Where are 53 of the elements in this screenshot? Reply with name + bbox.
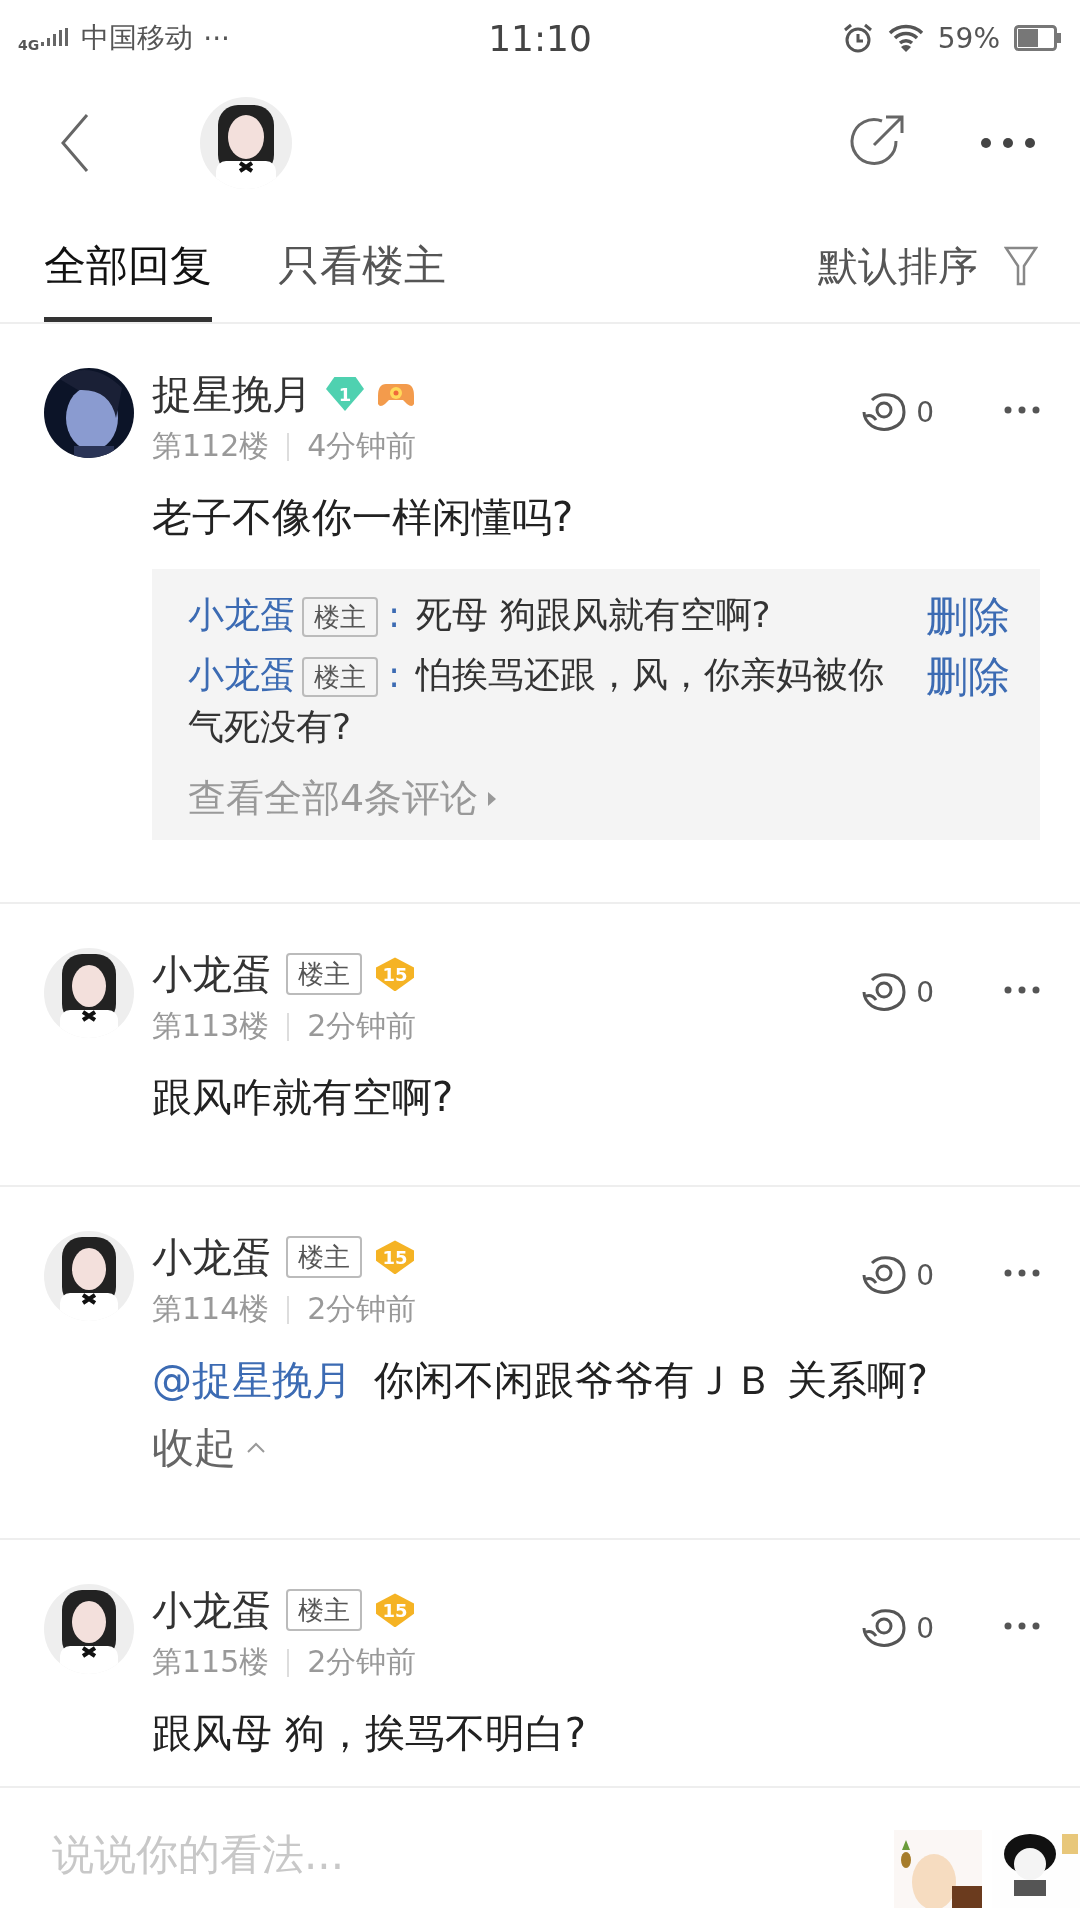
post-text: @捉星挽月 你闲不闲跟爷爷有ＪＢ 关系啊? (152, 1356, 929, 1406)
floor-number: 第115楼 (152, 1643, 270, 1682)
post-time: 2分钟前 (307, 1007, 417, 1046)
op-tag: 楼主 (302, 657, 378, 697)
op-tag: 楼主 (302, 597, 378, 637)
like-button[interactable]: 0 (862, 972, 934, 1013)
reply-author[interactable]: 小龙蛋 (188, 594, 296, 635)
post-time: 2分钟前 (307, 1643, 417, 1682)
wifi-icon (887, 24, 924, 52)
back-button[interactable] (60, 113, 90, 173)
level-badge: 1 (326, 377, 364, 411)
op-tag: 楼主 (286, 1236, 362, 1279)
like-button[interactable]: 0 (862, 392, 934, 432)
reply-text: 小龙蛋 楼主 : 死母 狗跟风就有空啊? (188, 593, 771, 639)
post-time: 4分钟前 (307, 427, 417, 465)
post-text: 跟风咋就有空啊? (152, 1073, 455, 1123)
floor-number: 第114楼 (152, 1290, 270, 1329)
author-name[interactable]: 小龙蛋 (152, 1582, 272, 1638)
delete-link[interactable]: 删除 (926, 589, 1010, 645)
tab[interactable]: 全部回复 (44, 210, 212, 322)
more-notifications: ··· (203, 21, 230, 55)
floor-number: 第112楼 (152, 427, 270, 465)
delete-link[interactable]: 删除 (926, 649, 1010, 705)
network-type: 4G (18, 37, 40, 53)
carrier-name: 中国移动 (81, 20, 194, 56)
clock-time: 11:10 (488, 17, 592, 59)
reply-text: 小龙蛋 楼主 : 怕挨骂还跟，风，你亲妈被你气死没有? (188, 653, 886, 750)
caret-icon (246, 1442, 266, 1455)
more-icon[interactable] (980, 137, 1036, 149)
reply-author[interactable]: 小龙蛋 (188, 654, 296, 695)
tab[interactable]: 只看楼主 (278, 210, 446, 322)
like-button[interactable]: 0 (862, 1255, 934, 1296)
level-badge: 15 (376, 957, 414, 992)
alarm-icon (841, 22, 874, 54)
level-badge: 15 (376, 1240, 414, 1275)
caret-icon (488, 791, 497, 806)
op-tag: 楼主 (286, 1589, 362, 1632)
sort-button[interactable]: 默认排序 (818, 238, 978, 294)
author-name[interactable]: 捉星挽月 (152, 366, 312, 422)
post-time: 2分钟前 (307, 1290, 417, 1329)
like-button[interactable]: 0 (862, 1608, 934, 1649)
mention-link[interactable]: @捉星挽月 (152, 1357, 352, 1404)
post-text: 老子不像你一样闲懂吗? (152, 493, 575, 542)
filter-icon[interactable] (1004, 246, 1038, 286)
collapse-link[interactable]: 收起 (152, 1420, 266, 1477)
floor-number: 第113楼 (152, 1007, 270, 1046)
battery-icon (1014, 25, 1062, 51)
level-badge: 15 (376, 1593, 414, 1628)
battery-percent: 59% (937, 21, 1000, 55)
author-name[interactable]: 小龙蛋 (152, 946, 272, 1002)
post-text: 跟风母 狗，挨骂不明白? (152, 1709, 587, 1759)
author-name[interactable]: 小龙蛋 (152, 1229, 272, 1285)
op-tag: 楼主 (286, 953, 362, 996)
